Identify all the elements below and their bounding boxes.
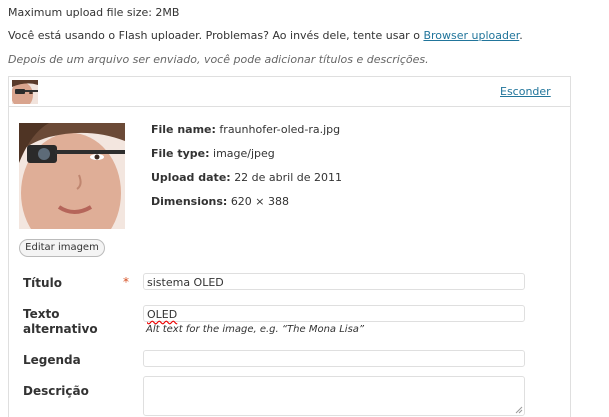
file-name-label: File name:: [151, 123, 216, 136]
file-name-row: File name: fraunhofer-oled-ra.jpg: [151, 123, 340, 136]
description-textarea[interactable]: [143, 376, 525, 416]
image-thumbnail: [19, 123, 125, 229]
dimensions-label: Dimensions:: [151, 195, 228, 208]
flash-uploader-notice: Você está usando o Flash uploader. Probl…: [8, 29, 523, 42]
upload-date-label: Upload date:: [151, 171, 231, 184]
file-name-value: fraunhofer-oled-ra.jpg: [219, 123, 341, 136]
upload-date-row: Upload date: 22 de abril de 2011: [151, 171, 342, 184]
image-thumbnail-small: [12, 80, 38, 104]
max-upload-size-text: Maximum upload file size: 2MB: [8, 6, 180, 19]
title-input-value: sistema OLED: [147, 276, 224, 289]
caption-label: Legenda: [23, 353, 81, 367]
file-type-value: image/jpeg: [213, 147, 275, 160]
media-item-header: Esconder: [9, 77, 570, 107]
alt-text-label: Texto alternativo: [23, 307, 98, 337]
alt-text-input[interactable]: OLED: [143, 305, 525, 322]
description-label: Descrição: [23, 384, 89, 398]
alt-text-label-line1: Texto: [23, 307, 60, 321]
hide-details-link[interactable]: Esconder: [500, 85, 551, 98]
file-type-label: File type:: [151, 147, 210, 160]
media-item-panel: Esconder File name: fraunhofer-oled-ra.j…: [8, 76, 571, 417]
title-label: Título: [23, 276, 62, 290]
resize-grip-icon[interactable]: [515, 406, 523, 414]
dimensions-value: 620 × 388: [230, 195, 290, 208]
alt-text-hint: Alt text for the image, e.g. “The Mona L…: [146, 324, 365, 335]
file-type-row: File type: image/jpeg: [151, 147, 275, 160]
browser-uploader-link[interactable]: Browser uploader: [423, 29, 519, 42]
dimensions-row: Dimensions: 620 × 388: [151, 195, 289, 208]
alt-text-input-value: OLED: [147, 308, 178, 321]
edit-image-button[interactable]: Editar imagem: [19, 239, 105, 257]
caption-input[interactable]: [143, 350, 525, 367]
alt-text-label-line2: alternativo: [23, 322, 98, 336]
after-upload-hint: Depois de um arquivo ser enviado, você p…: [8, 53, 429, 66]
title-input[interactable]: sistema OLED: [143, 273, 525, 290]
upload-date-value: 22 de abril de 2011: [234, 171, 343, 184]
flash-notice-suffix: .: [519, 29, 523, 42]
required-mark: *: [123, 275, 129, 289]
flash-notice-text: Você está usando o Flash uploader. Probl…: [8, 29, 420, 42]
